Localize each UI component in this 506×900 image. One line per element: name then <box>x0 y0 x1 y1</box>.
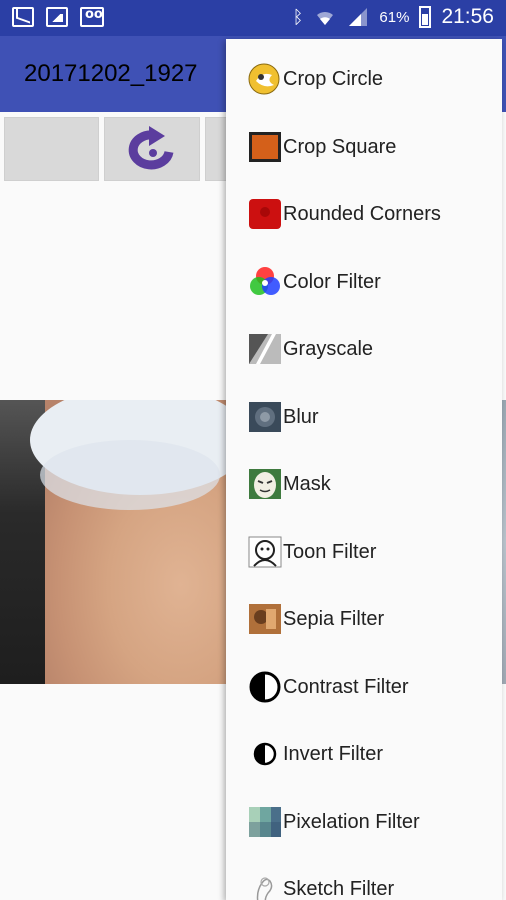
rotate-button[interactable] <box>104 117 200 181</box>
menu-item-label: Pixelation Filter <box>283 810 420 833</box>
battery-level: 61% <box>379 8 410 26</box>
menu-item-sketch-filter[interactable]: Sketch Filter <box>226 856 502 900</box>
photo-preview[interactable] <box>0 400 232 684</box>
menu-item-color-filter[interactable]: Color Filter <box>226 249 502 315</box>
battery-icon <box>419 6 432 28</box>
crop-circle-icon <box>248 63 280 95</box>
rotate-icon <box>128 126 174 170</box>
blur-icon <box>249 402 281 432</box>
sketch-filter-icon <box>256 877 273 900</box>
menu-item-label: Rounded Corners <box>283 202 441 225</box>
menu-item-label: Blur <box>283 405 319 428</box>
gallery-icon <box>46 7 68 27</box>
menu-item-label: Mask <box>283 472 331 495</box>
overflow-menu: Crop Circle Crop Square Rounded Corners … <box>226 39 502 900</box>
menu-item-label: Crop Circle <box>283 67 384 90</box>
menu-item-label: Crop Square <box>283 135 397 158</box>
menu-item-grayscale[interactable]: Grayscale <box>226 316 502 382</box>
menu-item-crop-square[interactable]: Crop Square <box>226 114 502 180</box>
invert-filter-icon <box>253 742 277 766</box>
sepia-filter-icon <box>249 604 281 634</box>
status-bar: ᛒ 61% 21:56 <box>0 0 506 36</box>
page-title: 20171202_1927 <box>24 60 198 87</box>
menu-item-sepia-filter[interactable]: Sepia Filter <box>226 586 502 652</box>
system-icons: ᛒ 61% 21:56 <box>293 5 494 29</box>
menu-item-contrast-filter[interactable]: Contrast Filter <box>226 654 502 720</box>
contrast-filter-icon <box>249 671 281 703</box>
signal-icon <box>349 8 368 26</box>
menu-item-label: Grayscale <box>283 337 374 360</box>
menu-item-label: Sketch Filter <box>283 877 395 900</box>
menu-item-label: Contrast Filter <box>283 675 409 698</box>
toon-filter-icon <box>248 536 282 568</box>
menu-item-label: Toon Filter <box>283 540 377 563</box>
bluetooth-icon: ᛒ <box>292 6 304 28</box>
crop-square-icon <box>249 132 281 162</box>
menu-item-mask[interactable]: Mask <box>226 451 502 517</box>
rounded-corners-icon <box>249 199 281 229</box>
menu-item-crop-circle[interactable]: Crop Circle <box>226 46 502 112</box>
menu-item-invert-filter[interactable]: Invert Filter <box>226 721 502 787</box>
color-filter-icon <box>250 267 280 295</box>
menu-item-rounded-corners[interactable]: Rounded Corners <box>226 181 502 247</box>
grayscale-icon <box>249 334 281 364</box>
menu-item-toon-filter[interactable]: Toon Filter <box>226 519 502 585</box>
menu-item-pixelation-filter[interactable]: Pixelation Filter <box>226 789 502 855</box>
voicemail-icon <box>80 7 104 27</box>
mail-icon <box>12 7 34 27</box>
pixelation-filter-icon <box>249 807 281 837</box>
clock: 21:56 <box>441 5 494 28</box>
menu-item-label: Color Filter <box>283 270 381 293</box>
menu-item-blur[interactable]: Blur <box>226 384 502 450</box>
notification-icons <box>12 7 104 27</box>
menu-item-label: Sepia Filter <box>283 607 385 630</box>
menu-item-label: Invert Filter <box>283 742 384 765</box>
toolbar-button-1[interactable] <box>4 117 99 181</box>
wifi-icon <box>317 11 334 25</box>
mask-icon <box>249 469 281 499</box>
